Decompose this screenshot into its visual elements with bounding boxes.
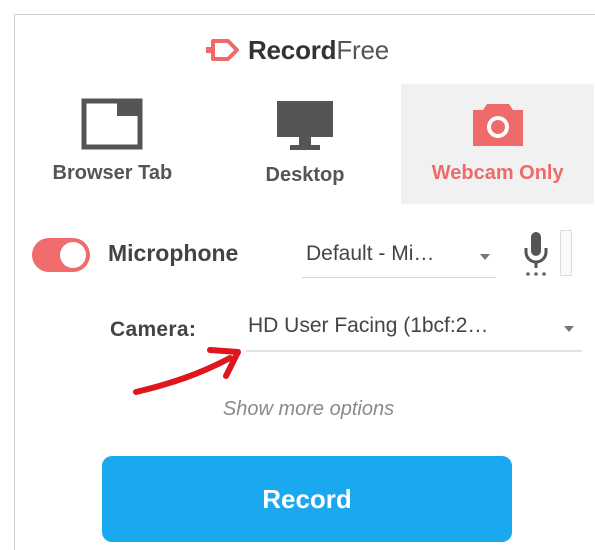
window-left-border <box>14 14 15 550</box>
microphone-select-value: Default - Mi… <box>306 242 435 265</box>
desktop-monitor-icon <box>277 101 333 150</box>
mode-desktop[interactable]: Desktop <box>209 84 402 204</box>
brand-name: RecordFree <box>248 35 389 66</box>
browser-tab-icon <box>81 98 143 150</box>
mode-webcam-only[interactable]: Webcam Only <box>401 84 595 204</box>
mode-label: Webcam Only <box>431 162 564 184</box>
microphone-row: Microphone Default - Mi… <box>30 226 590 286</box>
microphone-icon <box>524 232 548 276</box>
microphone-toggle[interactable] <box>32 238 90 272</box>
microphone-label: Microphone <box>108 240 239 266</box>
camera-row: Camera: HD User Facing (1bcf:2… <box>30 298 590 358</box>
mode-label: Desktop <box>265 164 345 186</box>
chevron-down-icon <box>564 326 574 332</box>
microphone-select[interactable]: Default - Mi… <box>302 234 496 278</box>
mode-browser-tab[interactable]: Browser Tab <box>16 84 209 204</box>
toggle-knob <box>60 242 86 268</box>
recordfree-logo-icon <box>205 39 239 61</box>
app-header: RecordFree <box>0 30 595 70</box>
camera-label: Camera: <box>110 318 197 341</box>
window-top-border <box>14 14 595 15</box>
show-more-options-link[interactable]: Show more options <box>0 398 595 421</box>
chevron-down-icon <box>480 254 490 260</box>
audio-level-meter <box>560 230 572 276</box>
record-button[interactable]: Record <box>102 456 512 542</box>
camera-icon <box>472 104 523 146</box>
capture-mode-selector: Browser Tab Desktop Webcam Only <box>16 84 595 204</box>
camera-select-value: HD User Facing (1bcf:2… <box>248 314 489 337</box>
red-annotation-arrow-icon <box>133 347 241 395</box>
mode-label: Browser Tab <box>52 162 173 184</box>
brand-light: Free <box>336 34 390 65</box>
brand-bold: Record <box>247 34 337 65</box>
camera-select[interactable]: HD User Facing (1bcf:2… <box>246 306 582 352</box>
